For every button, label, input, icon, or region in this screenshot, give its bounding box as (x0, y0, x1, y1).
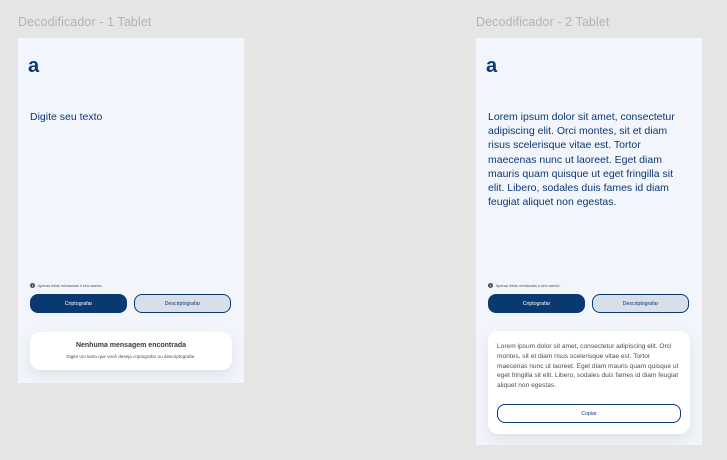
decrypt-button[interactable]: Descriptografar (134, 294, 231, 313)
hint-row: ! Apenas letras minúsculas e sem acento. (488, 283, 561, 288)
empty-title: Nenhuma mensagem encontrada (75, 342, 187, 349)
text-input[interactable]: Lorem ipsum dolor sit amet, consectetur … (488, 110, 690, 209)
output-card-empty: Nenhuma mensagem encontrada Digite um te… (30, 332, 232, 370)
frame-title-tablet-2: Decodificador - 2 Tablet (476, 15, 610, 29)
copy-button[interactable]: Copiar (497, 404, 681, 423)
hint-row: ! Apenas letras minúsculas e sem acento. (30, 283, 103, 288)
result-text: Lorem ipsum dolor sit amet, consectetur … (497, 343, 679, 390)
output-card-result: Lorem ipsum dolor sit amet, consectetur … (488, 331, 690, 434)
logo[interactable]: a (486, 56, 497, 76)
tablet-frame-1: a Digite seu texto ! Apenas letras minús… (18, 38, 244, 383)
tablet-frame-2: a Lorem ipsum dolor sit amet, consectetu… (476, 38, 702, 445)
hint-text: Apenas letras minúsculas e sem acento. (496, 283, 561, 288)
encrypt-button[interactable]: Criptografar (30, 294, 127, 313)
decrypt-button[interactable]: Descriptografar (592, 294, 689, 313)
hint-text: Apenas letras minúsculas e sem acento. (38, 283, 103, 288)
empty-subtitle: Digite um texto que você deseja criptogr… (66, 354, 196, 359)
info-circle-icon: ! (488, 283, 493, 288)
encrypt-button[interactable]: Criptografar (488, 294, 585, 313)
frame-title-tablet-1: Decodificador - 1 Tablet (18, 15, 152, 29)
text-input[interactable]: Digite seu texto (30, 110, 232, 124)
logo[interactable]: a (28, 56, 39, 76)
info-circle-icon: ! (30, 283, 35, 288)
